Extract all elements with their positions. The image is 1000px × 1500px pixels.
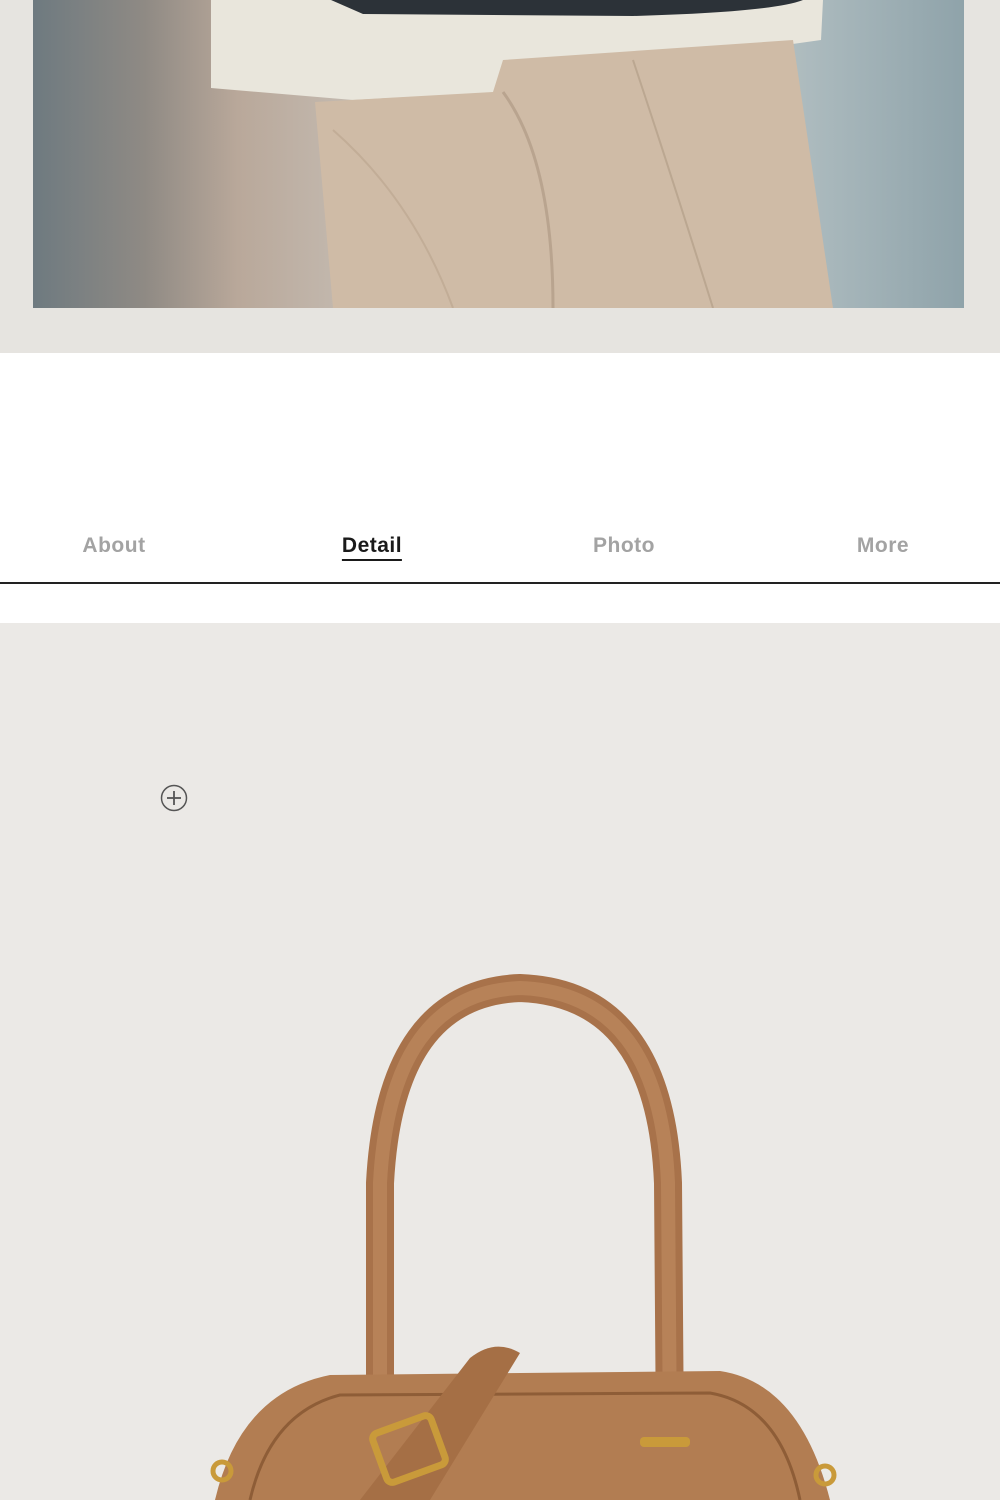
lifestyle-photo-illustration [211,0,833,308]
tab-detail[interactable]: Detail [341,534,403,561]
lifestyle-photo [33,0,964,308]
product-image-section [0,623,1000,1500]
detail-tabs: About Detail Photo More [0,520,1000,584]
tab-more[interactable]: More [857,534,909,558]
tab-about[interactable]: About [82,534,145,558]
handbag-product-image [210,973,837,1500]
tab-photo[interactable]: Photo [593,534,655,558]
lifestyle-photo-section [0,0,1000,353]
